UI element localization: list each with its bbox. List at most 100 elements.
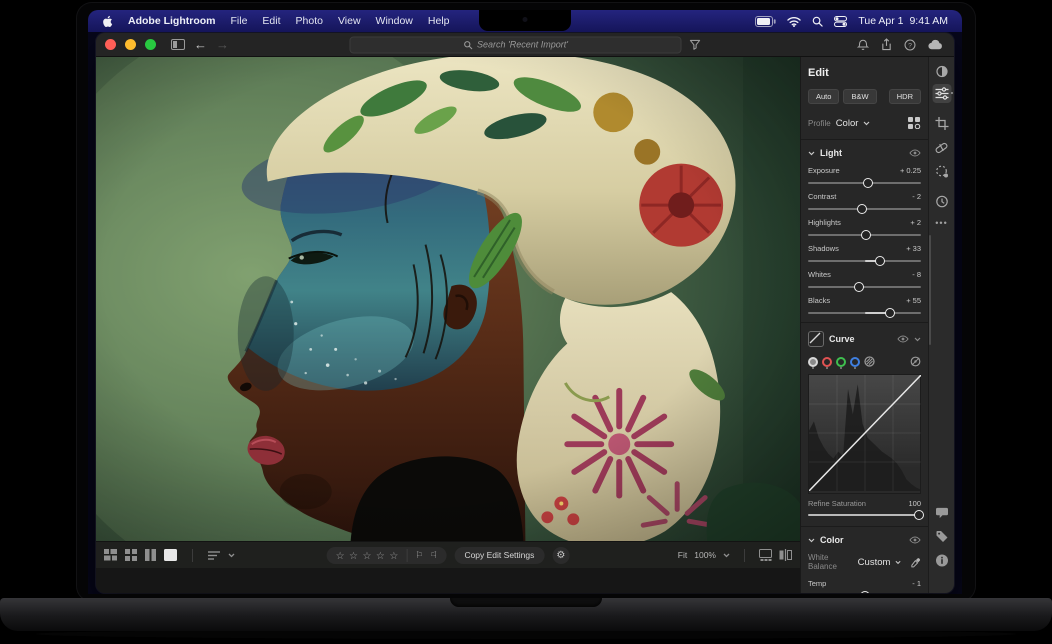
menu-view[interactable]: View	[338, 15, 361, 27]
zoom-window-button[interactable]	[145, 39, 156, 50]
versions-history-icon[interactable]	[932, 192, 951, 211]
close-window-button[interactable]	[105, 39, 116, 50]
auto-button[interactable]: Auto	[808, 89, 839, 104]
slider-handle[interactable]	[857, 204, 867, 214]
white-balance-chevron-icon[interactable]	[895, 560, 901, 565]
light-section-title[interactable]: Light	[820, 148, 842, 158]
apple-menu-icon[interactable]	[102, 15, 113, 28]
curve-section-title[interactable]: Curve	[829, 334, 855, 344]
eye-icon[interactable]	[909, 536, 921, 544]
notifications-bell-icon[interactable]	[857, 39, 869, 51]
battery-icon[interactable]	[755, 16, 776, 27]
spotlight-search-icon[interactable]	[812, 16, 823, 27]
back-arrow-button[interactable]: ←	[194, 38, 207, 51]
slider-track[interactable]	[808, 255, 921, 266]
zoom-level-value[interactable]: 100%	[694, 550, 716, 560]
menu-edit[interactable]: Edit	[262, 15, 280, 27]
curve-collapse-chevron-icon[interactable]	[914, 337, 921, 342]
before-after-icon[interactable]	[779, 549, 792, 561]
photo-canvas[interactable]	[96, 57, 800, 541]
curve-channel-blue[interactable]	[850, 357, 860, 367]
menu-window[interactable]: Window	[376, 15, 413, 27]
panel-scrollbar[interactable]	[929, 235, 931, 345]
star-icon[interactable]: ☆	[336, 551, 345, 562]
menu-file[interactable]: File	[231, 15, 248, 27]
rating-stars[interactable]: ☆ ☆ ☆ ☆ ☆	[336, 546, 399, 564]
targeted-adjustment-icon[interactable]	[910, 356, 921, 367]
slider-track[interactable]	[808, 307, 921, 318]
filmstrip-toggle-icon[interactable]	[759, 549, 772, 561]
fit-label[interactable]: Fit	[678, 550, 687, 560]
white-balance-value[interactable]: Custom	[858, 557, 891, 568]
menu-photo[interactable]: Photo	[296, 15, 323, 27]
profile-value[interactable]: Color	[836, 118, 859, 129]
presets-icon[interactable]	[932, 62, 951, 81]
sort-chevron-icon[interactable]	[228, 553, 235, 558]
slider-handle[interactable]	[885, 308, 895, 318]
minimize-window-button[interactable]	[125, 39, 136, 50]
sort-icon[interactable]	[208, 551, 220, 560]
slider-track[interactable]	[808, 203, 921, 214]
sidebar-toggle-icon[interactable]	[171, 39, 185, 50]
color-section-title[interactable]: Color	[820, 535, 844, 545]
grid-view-icon[interactable]	[125, 549, 137, 561]
slider-handle[interactable]	[875, 256, 885, 266]
pick-flag-icon[interactable]: ⚐	[415, 551, 423, 560]
menu-date[interactable]: Tue Apr 1	[858, 15, 903, 27]
slider-handle[interactable]	[860, 591, 870, 593]
masking-icon[interactable]	[932, 162, 951, 181]
help-icon[interactable]: ?	[904, 39, 916, 51]
refine-saturation-slider[interactable]	[808, 509, 921, 520]
profile-browse-icon[interactable]	[908, 117, 921, 129]
detail-view-icon[interactable]	[164, 549, 177, 561]
star-icon[interactable]: ☆	[389, 551, 398, 562]
compare-view-icon[interactable]	[145, 549, 156, 561]
slider-handle[interactable]	[854, 282, 864, 292]
hdr-button[interactable]: HDR	[889, 89, 921, 104]
star-icon[interactable]: ☆	[376, 551, 385, 562]
copy-edit-settings-button[interactable]: Copy Edit Settings	[454, 547, 544, 564]
wifi-icon[interactable]	[787, 16, 801, 27]
slider-track[interactable]	[808, 177, 921, 188]
crop-icon[interactable]	[932, 114, 951, 133]
color-section-chevron-icon[interactable]	[808, 538, 815, 543]
slider-track[interactable]	[808, 281, 921, 292]
profile-chevron-icon[interactable]	[863, 121, 870, 126]
healing-icon[interactable]	[932, 138, 951, 157]
info-icon[interactable]	[932, 551, 951, 570]
bw-button[interactable]: B&W	[843, 89, 876, 104]
comments-icon[interactable]	[932, 503, 951, 522]
light-section-chevron-icon[interactable]	[808, 151, 815, 156]
keywords-tag-icon[interactable]	[932, 527, 951, 546]
menu-app-name[interactable]: Adobe Lightroom	[128, 15, 216, 27]
menu-time[interactable]: 9:41 AM	[909, 15, 948, 27]
control-center-icon[interactable]	[834, 16, 847, 27]
slider-track[interactable]	[808, 229, 921, 240]
curve-channel-green[interactable]	[836, 357, 846, 367]
eye-icon[interactable]	[897, 335, 909, 343]
slider-handle[interactable]	[914, 510, 924, 520]
zoom-chevron-icon[interactable]	[723, 553, 730, 558]
share-icon[interactable]	[881, 38, 892, 51]
slider-handle[interactable]	[863, 178, 873, 188]
eye-icon[interactable]	[909, 149, 921, 157]
eyedropper-icon[interactable]	[911, 557, 921, 568]
menu-help[interactable]: Help	[428, 15, 450, 27]
star-icon[interactable]: ☆	[362, 551, 371, 562]
curve-channel-parametric[interactable]	[864, 356, 875, 367]
star-icon[interactable]: ☆	[349, 551, 358, 562]
cloud-sync-icon[interactable]	[928, 39, 943, 50]
curve-channel-all[interactable]	[808, 357, 818, 367]
slider-handle[interactable]	[861, 230, 871, 240]
more-options-icon[interactable]: •••	[932, 213, 951, 232]
mosaic-view-icon[interactable]	[104, 549, 117, 561]
filter-icon[interactable]	[690, 39, 701, 50]
slider-track[interactable]	[808, 590, 921, 593]
search-input[interactable]: Search 'Recent Import'	[350, 36, 682, 53]
edit-sliders-icon[interactable]	[932, 84, 951, 103]
tone-curve-graph[interactable]	[808, 374, 921, 494]
curve-channel-red[interactable]	[822, 357, 832, 367]
reject-flag-icon[interactable]: ⚐	[429, 551, 437, 560]
settings-gear-icon[interactable]: ⚙	[552, 547, 569, 564]
forward-arrow-button[interactable]: →	[216, 38, 229, 51]
